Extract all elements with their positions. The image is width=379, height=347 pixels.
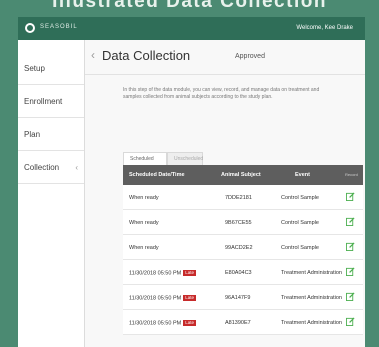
- cell-event: Control Sample: [281, 195, 319, 201]
- cell-subject: E80A04C3: [225, 270, 252, 276]
- date-text: 11/30/2018 05:50 PM: [129, 320, 182, 327]
- cell-event: Control Sample: [281, 220, 319, 226]
- table-header: Scheduled Date/Time Animal Subject Event…: [123, 165, 363, 185]
- cell-event: Control Sample: [281, 245, 319, 251]
- table-row: 11/30/2018 05:50 PM Late 96A147F9 Treatme…: [123, 285, 363, 310]
- main-content: ‹ Data Collection Approved In this step …: [85, 40, 365, 347]
- status-label: Approved: [235, 53, 265, 60]
- table-row: 11/30/2018 05:50 PM Late A81390E7 Treatme…: [123, 310, 363, 335]
- column-header-record: Record: [345, 172, 358, 177]
- edit-record-icon[interactable]: [346, 292, 355, 301]
- divider: [85, 74, 365, 75]
- cell-event: Treatment Administration: [281, 270, 342, 276]
- column-header-date: Scheduled Date/Time: [129, 172, 185, 178]
- cell-subject: 9B67CE55: [225, 220, 252, 226]
- cell-event: Treatment Administration: [281, 320, 342, 326]
- welcome-user-link[interactable]: Welcome, Kee Drake: [296, 25, 353, 31]
- cell-subject: 99ACD2E2: [225, 245, 253, 251]
- table-row: When ready 9B67CE55 Control Sample: [123, 210, 363, 235]
- page-title: Data Collection: [102, 48, 191, 63]
- column-header-event: Event: [295, 172, 310, 178]
- cell-event: Treatment Administration: [281, 295, 342, 301]
- column-header-subject: Animal Subject: [221, 172, 261, 178]
- cell-date: 11/30/2018 05:50 PM Late: [129, 270, 196, 276]
- sidebar-item-collection[interactable]: Collection ‹: [18, 151, 84, 184]
- app-window: SEASOBIL Welcome, Kee Drake Setup Enroll…: [18, 17, 365, 347]
- sidebar-item-label: Collection: [24, 163, 60, 172]
- page-description: In this step of the data module, you can…: [123, 87, 320, 100]
- sidebar-item-plan[interactable]: Plan: [18, 118, 84, 151]
- table-row: 11/30/2018 05:50 PM Late E80A04C3 Treatme…: [123, 260, 363, 285]
- edit-record-icon[interactable]: [346, 217, 355, 226]
- cell-subject: A81390E7: [225, 320, 251, 326]
- sidebar: Setup Enrollment Plan Collection ‹: [18, 40, 85, 347]
- tab-scheduled[interactable]: Scheduled: [123, 152, 167, 165]
- sidebar-item-label: Setup: [24, 64, 45, 73]
- edit-record-icon[interactable]: [346, 267, 355, 276]
- cell-subject: 96A147F9: [225, 295, 251, 301]
- sidebar-item-label: Enrollment: [24, 97, 63, 106]
- cell-subject: 7DDE2181: [225, 195, 252, 201]
- edit-record-icon[interactable]: [346, 192, 355, 201]
- cell-date: 11/30/2018 05:50 PM Late: [129, 320, 196, 326]
- date-text: 11/30/2018 05:50 PM: [129, 270, 182, 277]
- cell-date: When ready: [129, 245, 159, 251]
- table-row: When ready 7DDE2181 Control Sample: [123, 185, 363, 210]
- cell-date: 11/30/2018 05:50 PM Late: [129, 295, 196, 301]
- app-header: SEASOBIL Welcome, Kee Drake: [18, 17, 365, 40]
- edit-record-icon[interactable]: [346, 317, 355, 326]
- sidebar-item-enrollment[interactable]: Enrollment: [18, 85, 84, 118]
- edit-record-icon[interactable]: [346, 242, 355, 251]
- cell-date: When ready: [129, 195, 159, 201]
- chevron-left-icon: ‹: [75, 163, 78, 172]
- back-chevron-icon[interactable]: ‹: [91, 48, 95, 62]
- tab-unscheduled[interactable]: Unscheduled: [167, 152, 203, 165]
- sidebar-item-setup[interactable]: Setup: [18, 52, 84, 85]
- late-badge: Late: [183, 295, 196, 301]
- late-badge: Late: [183, 320, 196, 326]
- app-name: SEASOBIL: [40, 24, 78, 30]
- logo-icon: [25, 23, 35, 33]
- cell-date: When ready: [129, 220, 159, 226]
- page-caption: Illustrated Data Collection: [52, 0, 327, 12]
- late-badge: Late: [183, 270, 196, 276]
- date-text: 11/30/2018 05:50 PM: [129, 295, 182, 302]
- sidebar-item-label: Plan: [24, 130, 41, 139]
- table-row: When ready 99ACD2E2 Control Sample: [123, 235, 363, 260]
